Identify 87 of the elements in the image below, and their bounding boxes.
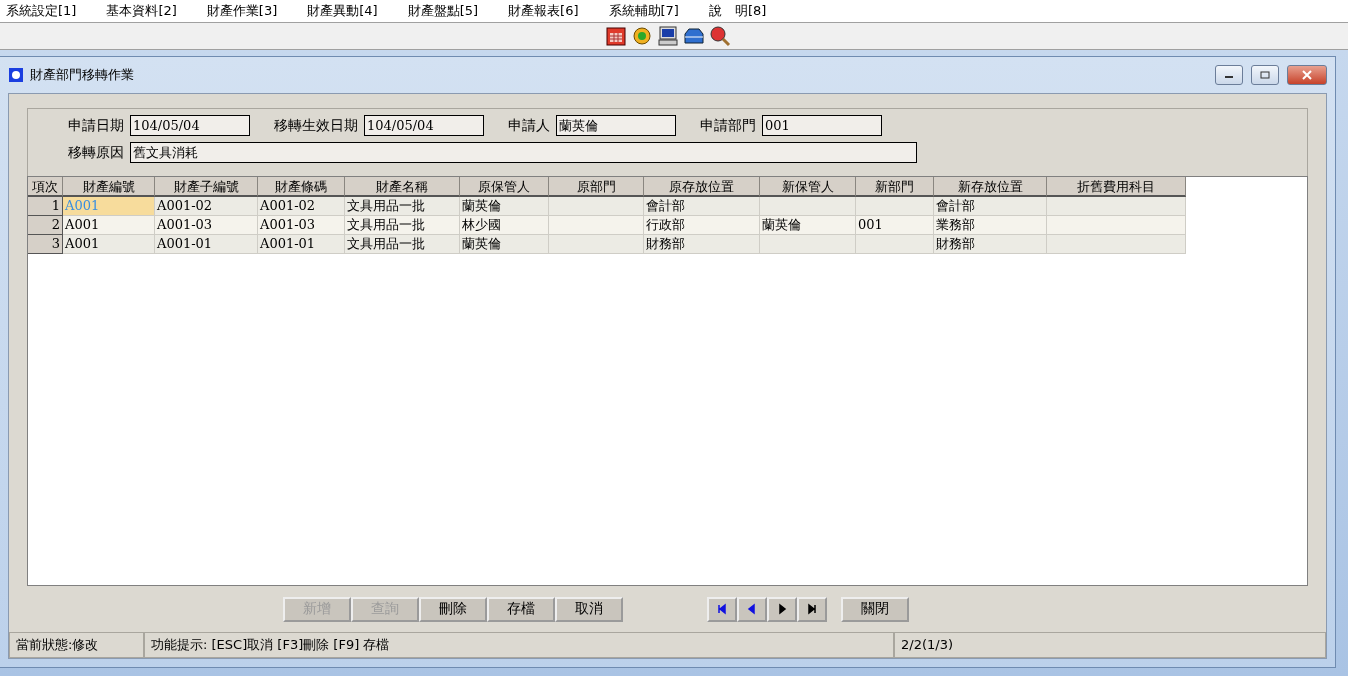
app-icon [8, 67, 24, 83]
table-cell[interactable]: 會計部 [934, 197, 1047, 216]
menu-item[interactable]: 系統設定[1] [6, 2, 77, 20]
minimize-button[interactable] [1215, 65, 1243, 85]
table-cell[interactable]: 001 [856, 216, 934, 235]
column-header[interactable]: 財產條碼 [258, 177, 345, 197]
column-header[interactable]: 原保管人 [460, 177, 549, 197]
column-header[interactable]: 折舊費用科目 [1047, 177, 1186, 197]
column-header[interactable]: 原部門 [549, 177, 644, 197]
table-cell[interactable] [1047, 235, 1186, 254]
window-title: 財產部門移轉作業 [30, 66, 135, 84]
table-cell[interactable]: 財務部 [934, 235, 1047, 254]
table-cell[interactable]: A001-03 [155, 216, 258, 235]
input-field[interactable]: 104/05/04 [130, 115, 250, 136]
column-header[interactable]: 項次 [28, 177, 63, 197]
menu-item[interactable]: 基本資料[2] [106, 2, 177, 20]
table-cell[interactable]: 業務部 [934, 216, 1047, 235]
table-cell[interactable]: 文具用品一批 [345, 216, 460, 235]
table-cell[interactable]: A001-02 [155, 197, 258, 216]
table-cell[interactable]: A001-03 [258, 216, 345, 235]
action-button[interactable]: 存檔 [487, 596, 555, 622]
table-cell[interactable]: A001 [63, 216, 155, 235]
field-label: 移轉原因 [68, 143, 124, 162]
nav-button[interactable] [767, 596, 797, 622]
table-cell[interactable]: 文具用品一批 [345, 235, 460, 254]
field-label: 移轉生效日期 [274, 116, 358, 135]
table-cell[interactable]: 行政部 [644, 216, 760, 235]
column-header[interactable]: 財產名稱 [345, 177, 460, 197]
column-header[interactable]: 新部門 [856, 177, 934, 197]
field-label: 申請日期 [68, 116, 124, 135]
status-state: 當前狀態:修改 [9, 633, 144, 658]
input-field[interactable]: 舊文具消耗 [130, 142, 917, 163]
field-label: 申請人 [508, 116, 550, 135]
maximize-button[interactable] [1251, 65, 1279, 85]
column-header[interactable]: 財產子編號 [155, 177, 258, 197]
column-header[interactable]: 財產編號 [63, 177, 155, 197]
nav-button[interactable] [737, 596, 767, 622]
status-hint: 功能提示: [ESC]取消 [F3]刪除 [F9] 存檔 [144, 633, 894, 658]
table-cell[interactable]: 蘭英倫 [760, 216, 856, 235]
action-button[interactable]: 刪除 [419, 596, 487, 622]
computer-icon[interactable] [656, 25, 680, 47]
toolbox-icon[interactable] [682, 25, 706, 47]
input-field[interactable]: 001 [762, 115, 882, 136]
table-cell[interactable]: A001-02 [258, 197, 345, 216]
calendar-icon[interactable] [604, 25, 628, 47]
table-cell[interactable]: A001-01 [155, 235, 258, 254]
row-number: 3 [28, 235, 63, 254]
table-cell[interactable]: 林少國 [460, 216, 549, 235]
menu-item[interactable]: 財產作業[3] [206, 2, 278, 20]
table-cell[interactable]: 文具用品一批 [345, 197, 460, 216]
field-label: 申請部門 [700, 116, 756, 135]
close-icon [1301, 70, 1313, 80]
table-cell[interactable] [760, 197, 856, 216]
close-form-button[interactable]: 關閉 [841, 596, 909, 622]
table-cell[interactable]: 財務部 [644, 235, 760, 254]
table-cell[interactable]: 蘭英倫 [460, 235, 549, 254]
table-cell[interactable]: A001-01 [258, 235, 345, 254]
row-number: 2 [28, 216, 63, 235]
nav-button[interactable] [707, 596, 737, 622]
table-cell[interactable] [856, 197, 934, 216]
help-search-icon[interactable] [708, 25, 732, 47]
table-cell[interactable] [549, 216, 644, 235]
input-field[interactable]: 104/05/04 [364, 115, 484, 136]
table-cell[interactable]: 蘭英倫 [460, 197, 549, 216]
menu-item[interactable]: 財產異動[4] [307, 2, 378, 20]
row-number: 1 [28, 197, 63, 216]
input-field[interactable]: 蘭英倫 [556, 115, 676, 136]
action-button[interactable]: 取消 [555, 596, 623, 622]
table-cell[interactable] [549, 197, 644, 216]
menu-item[interactable]: 系統輔助[7] [608, 2, 679, 20]
column-header[interactable]: 原存放位置 [644, 177, 760, 197]
menu-item[interactable]: 財產盤點[5] [407, 2, 479, 20]
nav-button[interactable] [797, 596, 827, 622]
table-cell[interactable] [760, 235, 856, 254]
table-cell[interactable] [1047, 197, 1186, 216]
column-header[interactable]: 新存放位置 [934, 177, 1047, 197]
column-header[interactable]: 新保管人 [760, 177, 856, 197]
menu-item[interactable]: 說 明[8] [708, 2, 767, 20]
table-cell[interactable] [549, 235, 644, 254]
record-position: 2/2(1/3) [894, 633, 1326, 658]
close-button[interactable] [1287, 65, 1327, 85]
table-cell[interactable]: A001 [63, 235, 155, 254]
maximize-icon [1260, 71, 1270, 79]
table-cell[interactable] [856, 235, 934, 254]
table-cell[interactable]: 會計部 [644, 197, 760, 216]
table-cell[interactable] [1047, 216, 1186, 235]
menu-item[interactable]: 財產報表[6] [508, 2, 579, 20]
